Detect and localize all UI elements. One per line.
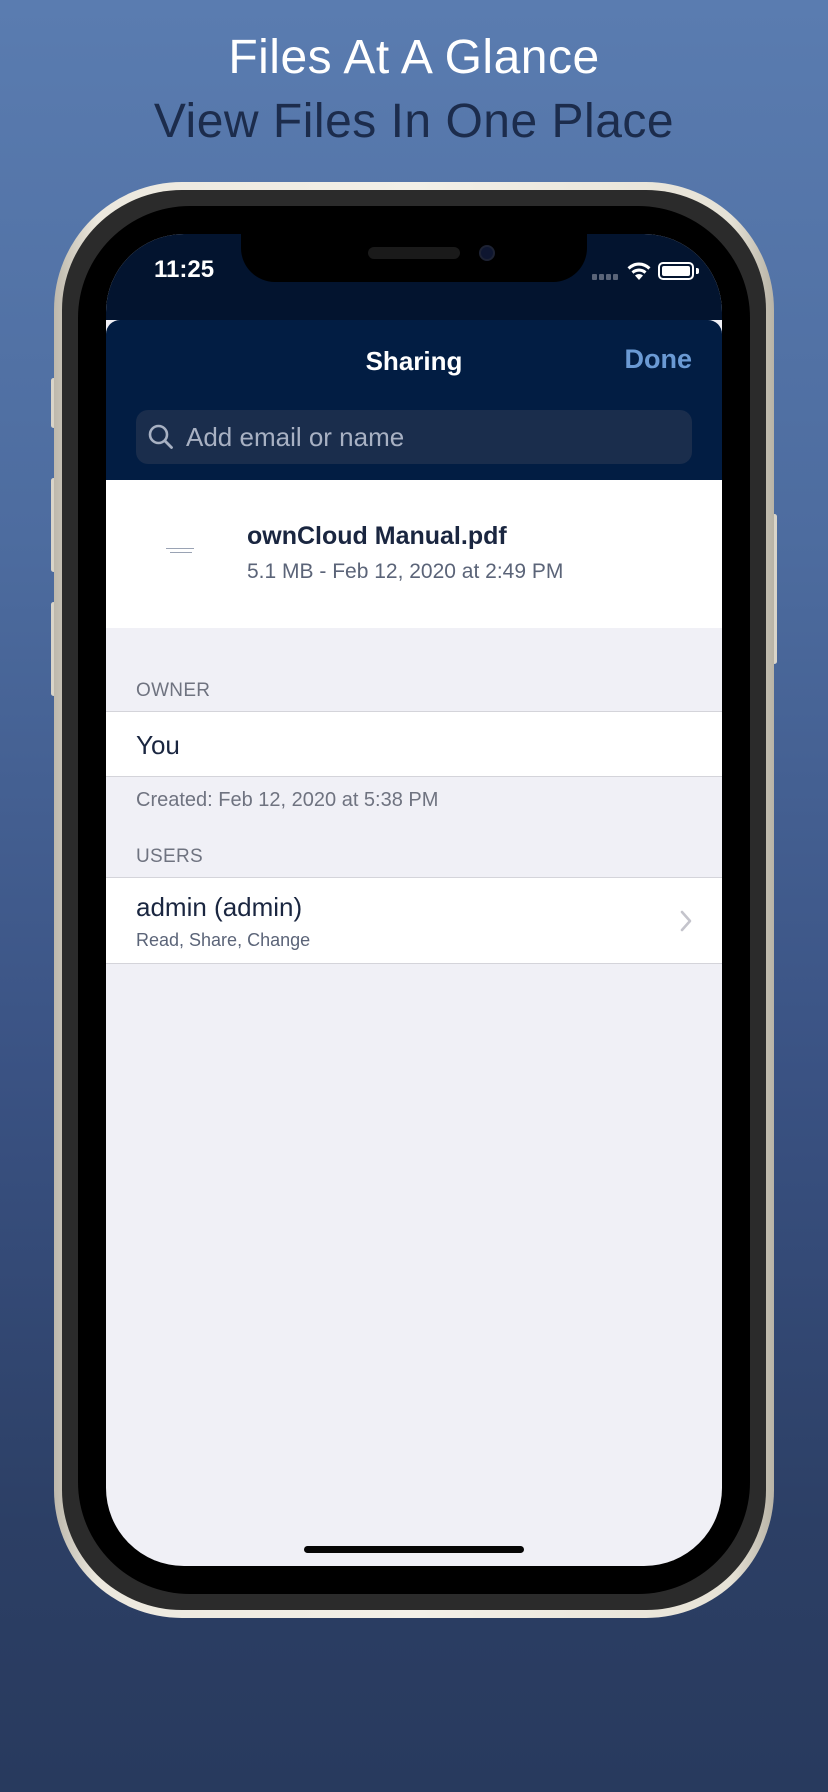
search-field[interactable] (136, 410, 692, 464)
notch (241, 234, 587, 282)
promo-headline: Files At A Glance (228, 31, 600, 84)
cellular-signal-icon (592, 274, 618, 280)
owner-row: You (106, 711, 722, 777)
phone-screen: 11:25 Sharing Done ownClou (106, 234, 722, 1566)
speaker-grille (368, 247, 460, 259)
chevron-right-icon (680, 910, 692, 932)
file-info-card: ownCloud Manual.pdf 5.1 MB - Feb 12, 202… (106, 480, 722, 628)
wifi-icon (627, 262, 651, 280)
status-time: 11:25 (154, 256, 215, 283)
status-bar: 11:25 (106, 234, 722, 320)
pdf-thumbnail-icon (166, 548, 198, 562)
owner-created-note: Created: Feb 12, 2020 at 5:38 PM (136, 789, 439, 811)
promo-subline: View Files In One Place (153, 95, 675, 148)
file-meta: 5.1 MB - Feb 12, 2020 at 2:49 PM (247, 560, 564, 583)
search-icon (148, 424, 173, 449)
sharing-nav-header: Sharing Done (106, 320, 722, 480)
owner-section-header: OWNER (136, 680, 211, 701)
user-name: admin (admin) (136, 892, 303, 922)
battery-cap (696, 268, 699, 274)
front-camera (479, 245, 495, 261)
owner-name: You (136, 730, 180, 760)
done-button[interactable]: Done (625, 344, 693, 375)
battery-icon (658, 262, 694, 280)
search-input[interactable] (176, 410, 692, 464)
users-section-header: USERS (136, 846, 203, 867)
user-row[interactable]: admin (admin) Read, Share, Change (106, 877, 722, 964)
user-permissions: Read, Share, Change (136, 930, 311, 950)
home-indicator[interactable] (304, 1546, 524, 1553)
file-name: ownCloud Manual.pdf (247, 522, 507, 550)
